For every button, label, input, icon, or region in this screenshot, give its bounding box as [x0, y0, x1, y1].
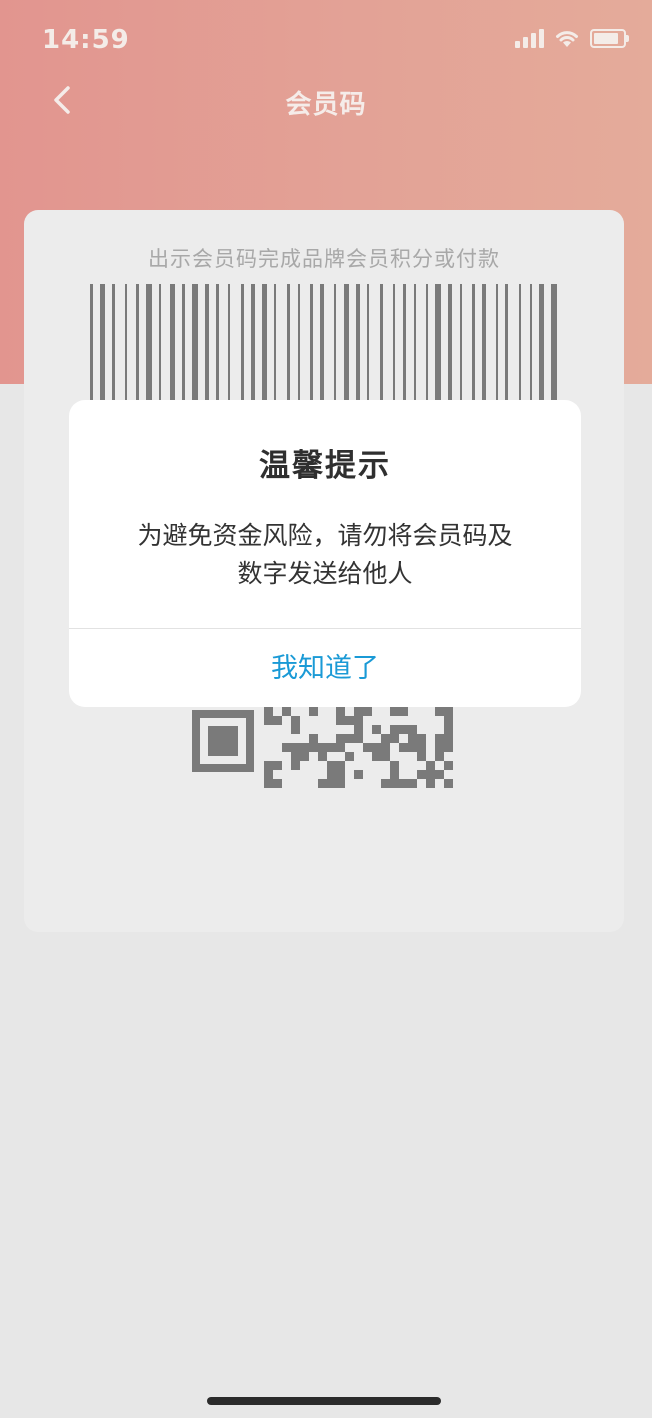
home-indicator	[207, 1397, 441, 1405]
page-title: 会员码	[285, 90, 367, 120]
wifi-icon	[556, 31, 578, 47]
warning-dialog: 温馨提示 为避免资金风险，请勿将会员码及 数字发送给他人 我知道了	[69, 400, 581, 707]
dialog-message-line1: 为避免资金风险，请勿将会员码及	[137, 521, 513, 550]
confirm-button[interactable]: 我知道了	[69, 629, 581, 707]
signal-icon	[515, 28, 544, 48]
card-hint-text: 出示会员码完成品牌会员积分或付款	[148, 247, 500, 271]
battery-icon	[590, 29, 629, 48]
dialog-title: 温馨提示	[259, 448, 391, 484]
status-time: 14:59	[42, 25, 130, 55]
status-bar: 14:59	[0, 0, 652, 80]
dialog-message: 为避免资金风险，请勿将会员码及 数字发送给他人	[125, 517, 525, 593]
nav-bar: 会员码	[0, 70, 652, 130]
status-icons	[515, 28, 629, 48]
dialog-message-line2: 数字发送给他人	[237, 559, 413, 588]
barcode[interactable]	[90, 284, 560, 404]
